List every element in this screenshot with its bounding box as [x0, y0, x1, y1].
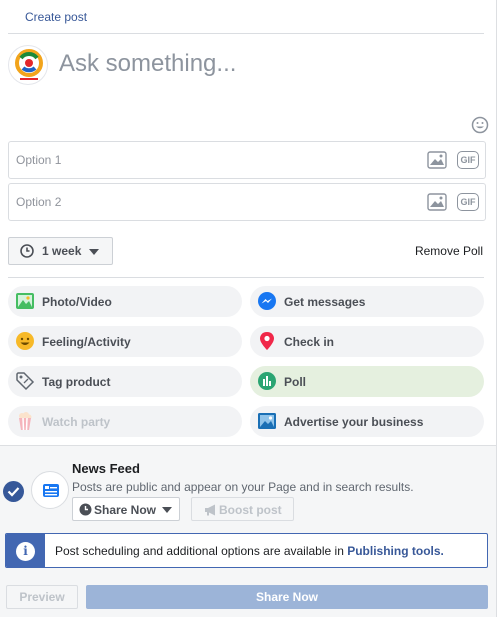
- action-label: Photo/Video: [42, 295, 112, 309]
- composer-input[interactable]: Ask something...: [59, 50, 236, 78]
- news-feed-checkbox[interactable]: [3, 481, 24, 502]
- share-timing-dropdown[interactable]: Share Now: [72, 497, 180, 521]
- get-messages-button[interactable]: Get messages: [250, 286, 484, 317]
- check-in-button[interactable]: Check in: [250, 326, 484, 357]
- chevron-down-icon: [89, 249, 99, 255]
- action-label: Poll: [284, 375, 307, 389]
- page-logo-icon: [15, 49, 43, 80]
- create-post-panel: Create post Ask something... Option 1 GI…: [0, 0, 497, 617]
- publishing-tools-banner: i Post scheduling and additional options…: [5, 533, 488, 568]
- clock-icon: [79, 503, 92, 516]
- action-label: Advertise your business: [284, 415, 424, 429]
- poll-duration-dropdown[interactable]: 1 week: [8, 237, 113, 265]
- emoji-icon[interactable]: [471, 116, 489, 134]
- poll-option-1[interactable]: Option 1 GIF: [8, 141, 486, 179]
- publishing-tools-link[interactable]: Publishing tools.: [347, 544, 444, 558]
- actions-divider: [8, 277, 484, 278]
- poll-button[interactable]: Poll: [250, 366, 484, 397]
- popcorn-icon: [15, 411, 35, 431]
- tag-product-button[interactable]: Tag product: [8, 366, 242, 397]
- feeling-activity-button[interactable]: Feeling/Activity: [8, 326, 242, 357]
- clock-icon: [20, 244, 34, 258]
- poll-option-placeholder: Option 1: [16, 153, 62, 167]
- smiley-icon: [15, 331, 35, 351]
- checkmark-icon: [7, 487, 20, 497]
- action-label: Get messages: [284, 295, 366, 309]
- poll-option-2[interactable]: Option 2 GIF: [8, 183, 486, 221]
- gif-icon[interactable]: GIF: [457, 151, 479, 169]
- action-label: Check in: [284, 335, 335, 349]
- photo-video-button[interactable]: Photo/Video: [8, 286, 242, 317]
- poll-icon: [257, 371, 277, 391]
- action-label: Tag product: [42, 375, 111, 389]
- advertise-business-button[interactable]: Advertise your business: [250, 406, 484, 437]
- boost-post-label: Boost post: [219, 503, 282, 517]
- poll-duration-label: 1 week: [42, 244, 82, 258]
- header-divider: [8, 33, 484, 34]
- info-banner-text: Post scheduling and additional options a…: [55, 544, 348, 558]
- news-feed-description: Posts are public and appear on your Page…: [72, 480, 414, 494]
- gif-icon[interactable]: GIF: [457, 193, 479, 211]
- news-feed-icon: [31, 471, 69, 509]
- news-feed-title: News Feed: [72, 461, 140, 476]
- action-label: Watch party: [42, 415, 111, 429]
- ad-icon: [257, 411, 277, 431]
- tag-icon: [15, 371, 35, 391]
- image-icon[interactable]: [427, 193, 447, 211]
- megaphone-icon: [204, 504, 218, 516]
- create-post-title: Create post: [25, 10, 88, 24]
- photo-icon: [15, 291, 35, 311]
- preview-button[interactable]: Preview: [6, 585, 78, 609]
- location-pin-icon: [257, 331, 277, 351]
- image-icon[interactable]: [427, 151, 447, 169]
- remove-poll-link[interactable]: Remove Poll: [415, 244, 483, 258]
- share-timing-label: Share Now: [94, 503, 157, 517]
- poll-option-placeholder: Option 2: [16, 195, 62, 209]
- page-avatar: [8, 45, 48, 85]
- chevron-down-icon: [162, 507, 172, 513]
- messenger-icon: [257, 291, 277, 311]
- watch-party-button[interactable]: Watch party: [8, 406, 242, 437]
- action-label: Feeling/Activity: [42, 335, 131, 349]
- info-icon: i: [16, 542, 35, 561]
- boost-post-button[interactable]: Boost post: [191, 497, 294, 521]
- share-now-button[interactable]: Share Now: [86, 585, 488, 609]
- info-banner-message: Post scheduling and additional options a…: [55, 544, 444, 558]
